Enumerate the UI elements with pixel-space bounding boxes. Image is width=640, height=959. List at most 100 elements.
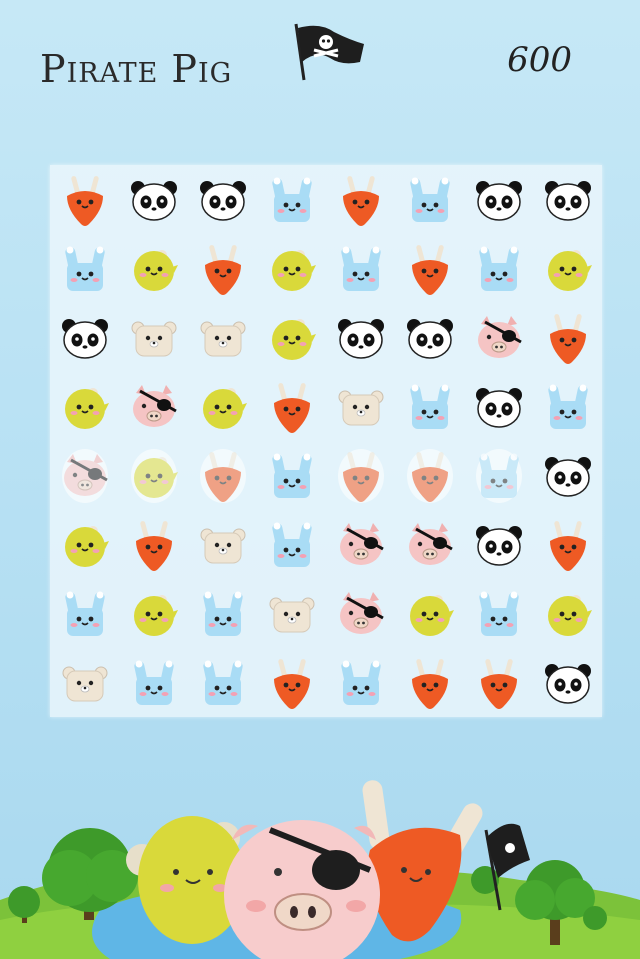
carrot-icon xyxy=(480,658,517,709)
tile-pig[interactable] xyxy=(119,372,188,441)
bunny-icon xyxy=(478,246,519,291)
bunny-icon xyxy=(271,177,312,222)
tile-pig[interactable] xyxy=(326,510,395,579)
tile-lemon[interactable] xyxy=(119,234,188,303)
footer-illustration xyxy=(0,780,640,959)
tile-panda[interactable] xyxy=(464,165,533,234)
tile-bunny[interactable] xyxy=(188,648,257,717)
lemon-icon xyxy=(64,525,109,567)
tile-panda[interactable] xyxy=(533,441,602,510)
tile-lemon[interactable] xyxy=(50,372,119,441)
panda-icon xyxy=(475,525,522,566)
tile-carrot[interactable] xyxy=(188,441,257,510)
tile-lemon[interactable] xyxy=(188,372,257,441)
pig-icon xyxy=(408,522,453,565)
tile-carrot[interactable] xyxy=(326,441,395,510)
tile-panda[interactable] xyxy=(533,165,602,234)
tile-bunny[interactable] xyxy=(257,165,326,234)
panda-icon xyxy=(544,180,591,221)
carrot-icon xyxy=(411,244,448,295)
bunny-icon xyxy=(271,453,312,498)
score-display: 600 xyxy=(507,40,572,80)
carrot-icon xyxy=(411,451,448,502)
tile-carrot[interactable] xyxy=(257,372,326,441)
tile-carrot[interactable] xyxy=(395,441,464,510)
tile-carrot[interactable] xyxy=(188,234,257,303)
bunny-icon xyxy=(202,660,243,705)
tile-bear[interactable] xyxy=(188,303,257,372)
tile-panda[interactable] xyxy=(464,372,533,441)
tile-pig[interactable] xyxy=(464,303,533,372)
tile-bunny[interactable] xyxy=(119,648,188,717)
tile-lemon[interactable] xyxy=(119,441,188,510)
tile-pig[interactable] xyxy=(50,441,119,510)
tile-lemon[interactable] xyxy=(119,579,188,648)
tile-bunny[interactable] xyxy=(326,648,395,717)
bunny-icon xyxy=(271,522,312,567)
tile-lemon[interactable] xyxy=(257,303,326,372)
tile-carrot[interactable] xyxy=(395,648,464,717)
tile-bunny[interactable] xyxy=(395,372,464,441)
tile-panda[interactable] xyxy=(533,648,602,717)
bear-icon xyxy=(269,597,314,632)
pirate-flag-icon xyxy=(294,23,364,81)
tile-lemon[interactable] xyxy=(533,234,602,303)
bear-icon xyxy=(200,528,245,563)
carrot-icon xyxy=(273,382,310,433)
tile-bunny[interactable] xyxy=(50,234,119,303)
tile-lemon[interactable] xyxy=(395,579,464,648)
tile-carrot[interactable] xyxy=(464,648,533,717)
lemon-icon xyxy=(133,594,178,636)
lemon-icon xyxy=(271,318,316,360)
lemon-icon xyxy=(271,249,316,291)
tile-lemon[interactable] xyxy=(533,579,602,648)
carrot-icon xyxy=(549,520,586,571)
tile-carrot[interactable] xyxy=(50,165,119,234)
tile-carrot[interactable] xyxy=(257,648,326,717)
carrot-icon xyxy=(411,658,448,709)
game-logo: Pirate Pig xyxy=(40,23,364,88)
bunny-icon xyxy=(64,591,105,636)
tile-carrot[interactable] xyxy=(533,303,602,372)
tile-bunny[interactable] xyxy=(326,234,395,303)
carrot-icon xyxy=(342,451,379,502)
tile-bear[interactable] xyxy=(50,648,119,717)
tile-panda[interactable] xyxy=(464,510,533,579)
panda-icon xyxy=(544,456,591,497)
tile-bear[interactable] xyxy=(326,372,395,441)
tile-lemon[interactable] xyxy=(257,234,326,303)
tile-lemon[interactable] xyxy=(50,510,119,579)
tile-bunny[interactable] xyxy=(257,510,326,579)
tile-bunny[interactable] xyxy=(188,579,257,648)
tile-pig[interactable] xyxy=(395,510,464,579)
bunny-icon xyxy=(64,246,105,291)
tile-panda[interactable] xyxy=(326,303,395,372)
tile-pig[interactable] xyxy=(326,579,395,648)
tile-bunny[interactable] xyxy=(464,441,533,510)
tile-carrot[interactable] xyxy=(119,510,188,579)
panda-icon xyxy=(406,318,453,359)
tile-panda[interactable] xyxy=(50,303,119,372)
tile-carrot[interactable] xyxy=(326,165,395,234)
tile-carrot[interactable] xyxy=(533,510,602,579)
tile-bunny[interactable] xyxy=(533,372,602,441)
bunny-icon xyxy=(478,591,519,636)
bear-icon xyxy=(62,666,107,701)
tile-bear[interactable] xyxy=(257,579,326,648)
carrot-icon xyxy=(273,658,310,709)
tile-panda[interactable] xyxy=(395,303,464,372)
tile-bunny[interactable] xyxy=(50,579,119,648)
tile-bear[interactable] xyxy=(188,510,257,579)
tile-panda[interactable] xyxy=(119,165,188,234)
tile-bunny[interactable] xyxy=(464,579,533,648)
carrot-icon xyxy=(549,313,586,364)
game-board[interactable] xyxy=(50,165,602,717)
tile-bear[interactable] xyxy=(119,303,188,372)
panda-icon xyxy=(337,318,384,359)
tile-panda[interactable] xyxy=(188,165,257,234)
tile-bunny[interactable] xyxy=(257,441,326,510)
carrot-icon xyxy=(135,520,172,571)
tile-carrot[interactable] xyxy=(395,234,464,303)
tile-bunny[interactable] xyxy=(464,234,533,303)
tile-bunny[interactable] xyxy=(395,165,464,234)
